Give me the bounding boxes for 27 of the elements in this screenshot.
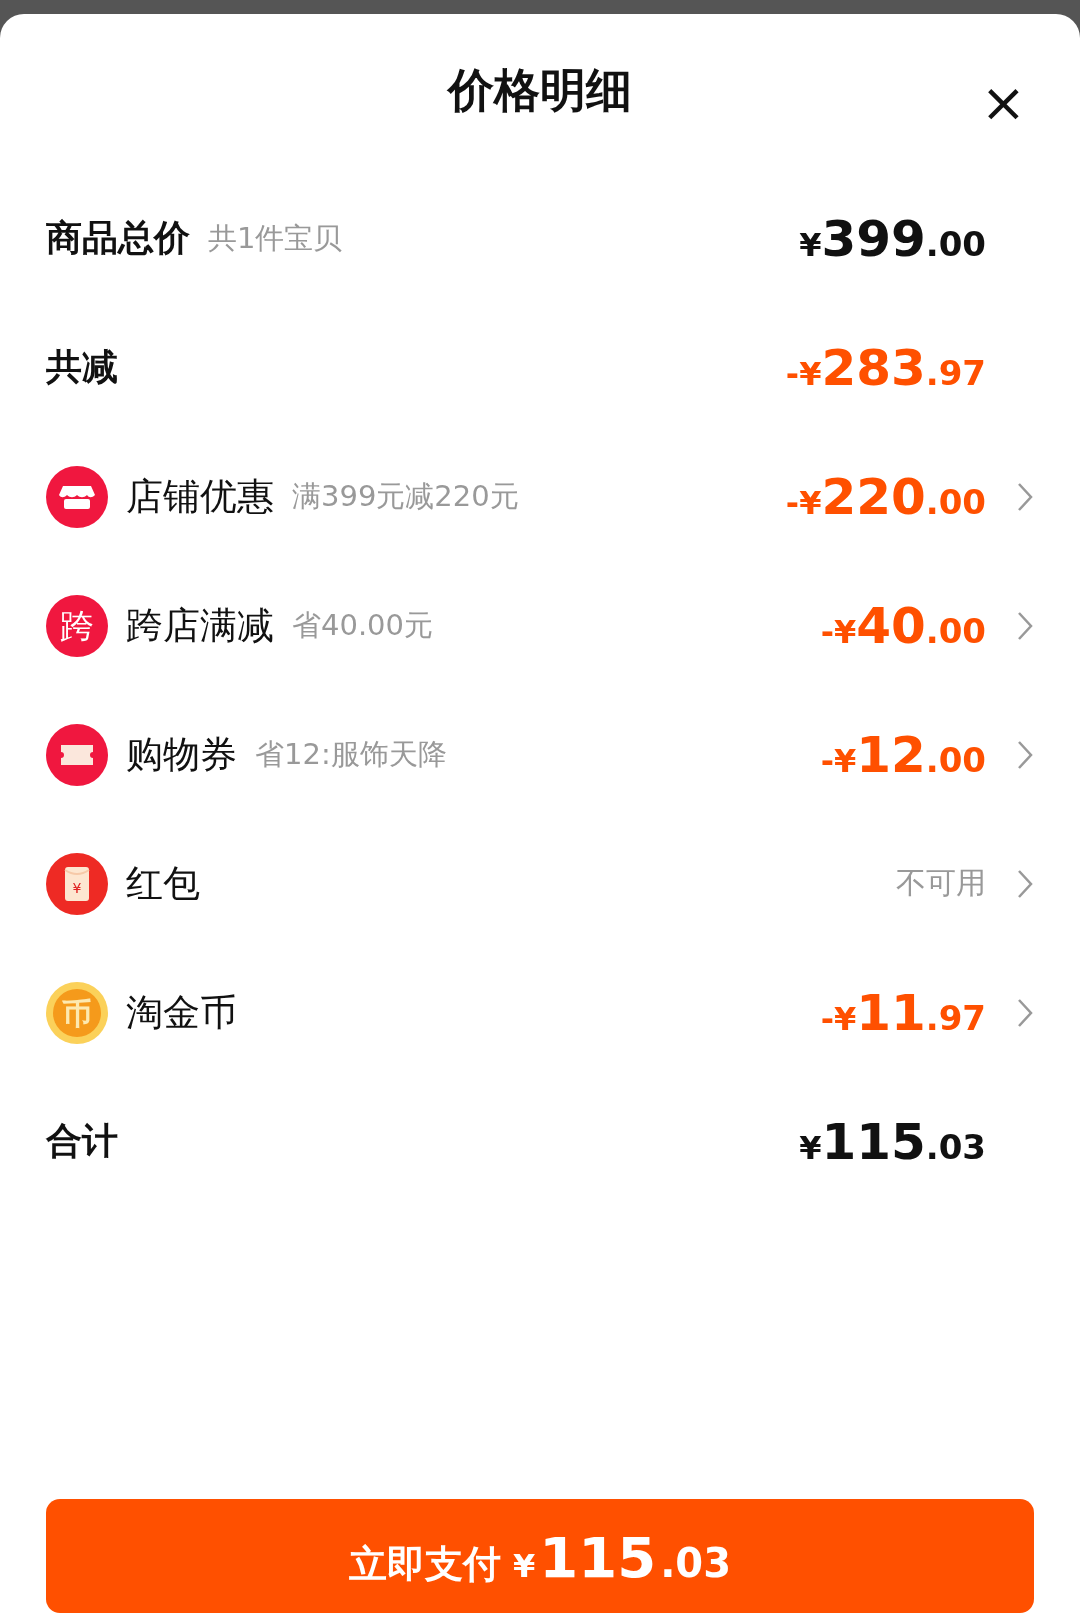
row-label: 红包 (126, 860, 200, 907)
amount: -¥40.00 (820, 596, 986, 655)
row-label: 商品总价 (46, 216, 190, 260)
sheet-title: 价格明细 (448, 62, 632, 119)
amount: -¥12.00 (820, 725, 986, 784)
row-note: 共1件宝贝 (208, 219, 343, 257)
row-label: 跨店满减 (126, 602, 274, 649)
amount: ¥115.03 (799, 1112, 986, 1171)
shop-icon (46, 465, 108, 528)
close-button[interactable]: × (980, 76, 1026, 130)
amount: -¥11.97 (820, 983, 986, 1042)
envelope-icon: ¥ (46, 852, 108, 915)
status-text: 不可用 (896, 864, 986, 902)
amount: ¥399.00 (799, 209, 986, 268)
cross-store-icon: 跨 (46, 594, 108, 657)
ticket-icon (46, 723, 108, 786)
row-note: 省12:服饰天降 (255, 735, 447, 773)
row-label: 购物券 (126, 731, 237, 778)
coin-icon: 币 (46, 981, 108, 1044)
row-label: 共减 (46, 345, 118, 389)
row-label: 店铺优惠 (126, 473, 274, 520)
row-note: 满399元减220元 (292, 477, 519, 515)
amount: -¥220.00 (785, 467, 986, 526)
row-label: 淘金币 (126, 989, 237, 1036)
row-note: 省40.00元 (292, 606, 434, 644)
amount: -¥283.97 (785, 338, 986, 397)
row-label: 合计 (46, 1119, 118, 1163)
